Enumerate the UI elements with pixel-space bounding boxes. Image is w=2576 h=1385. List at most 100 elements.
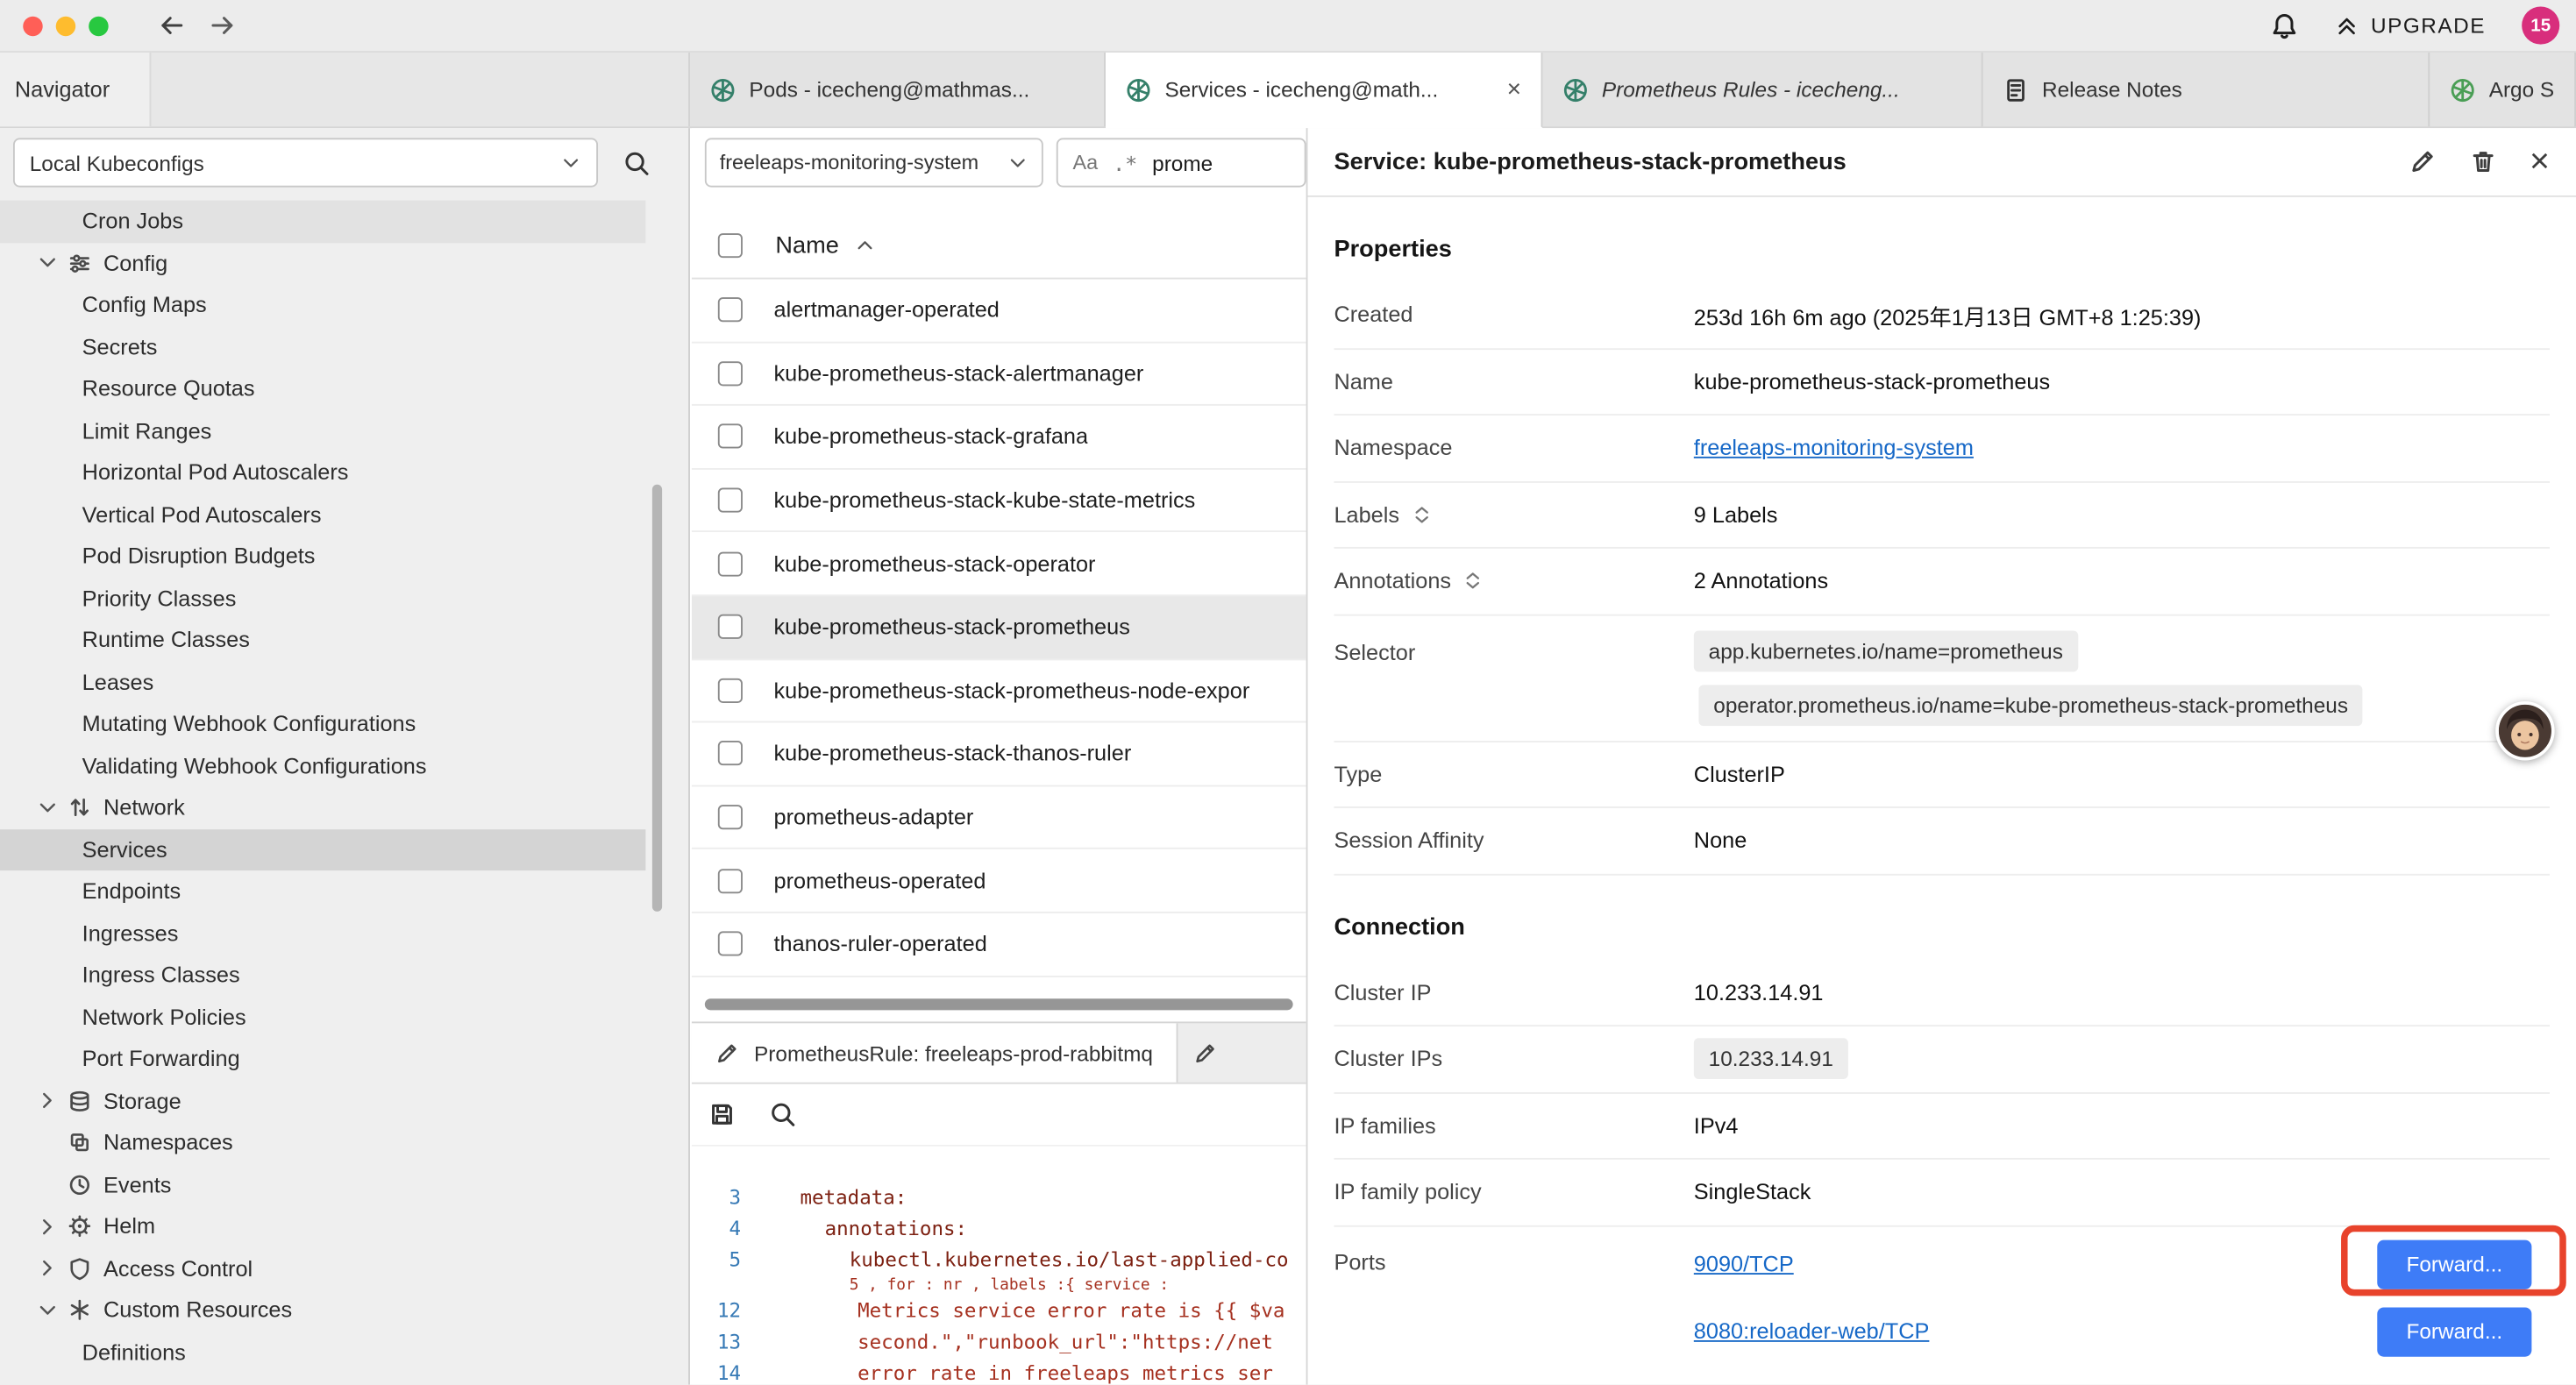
chevron-down-icon[interactable] — [36, 796, 59, 819]
table-row[interactable]: kube-prometheus-stack-alertmanager — [692, 343, 1306, 406]
sidebar-item-ingress-classes[interactable]: Ingress Classes — [0, 955, 645, 997]
tab-prometheus-rules[interactable]: Prometheus Rules - icecheng... — [1542, 53, 1982, 126]
namespace-dropdown[interactable]: freeleaps-monitoring-system — [705, 138, 1043, 187]
sidebar-item-custom-resources[interactable]: Custom Resources — [0, 1289, 645, 1332]
table-row[interactable]: prometheus-operated — [692, 849, 1306, 913]
table-row[interactable]: kube-prometheus-stack-kube-state-metrics — [692, 469, 1306, 532]
upgrade-button[interactable]: UPGRADE — [2335, 13, 2486, 38]
horizontal-scrollbar[interactable] — [705, 998, 1293, 1010]
row-checkbox[interactable] — [718, 298, 743, 323]
row-checkbox[interactable] — [718, 424, 743, 449]
close-tab-icon[interactable]: × — [1494, 75, 1521, 103]
close-panel-icon[interactable]: × — [2530, 145, 2550, 179]
forward-button[interactable] — [209, 11, 237, 39]
table-row[interactable]: kube-prometheus-stack-operator — [692, 533, 1306, 596]
edit-icon[interactable] — [2408, 148, 2436, 176]
row-checkbox[interactable] — [718, 614, 743, 639]
sidebar-item-helm[interactable]: Helm — [0, 1205, 645, 1247]
sidebar-item-priority-classes[interactable]: Priority Classes — [0, 578, 645, 620]
row-checkbox[interactable] — [718, 869, 743, 893]
tab-pods[interactable]: Pods - icecheng@mathmas... — [690, 53, 1106, 126]
zoom-window-button[interactable] — [89, 16, 108, 35]
tab-argo[interactable]: Argo S... — [2430, 53, 2576, 126]
expand-toggle-icon[interactable] — [1411, 504, 1432, 525]
port-link[interactable]: 9090/TCP — [1694, 1252, 1794, 1276]
sidebar-item-services[interactable]: Services — [0, 828, 645, 870]
sidebar-item-network-policies[interactable]: Network Policies — [0, 996, 645, 1038]
chevron-down-icon[interactable] — [36, 252, 59, 274]
sidebar-item-resource-quotas[interactable]: Resource Quotas — [0, 368, 645, 410]
table-row[interactable]: kube-prometheus-stack-thanos-ruler — [692, 723, 1306, 786]
sidebar-scrollbar[interactable] — [652, 485, 662, 912]
back-button[interactable] — [158, 11, 186, 39]
kubeconfig-dropdown[interactable]: Local Kubeconfigs — [13, 138, 598, 187]
tab-release-notes[interactable]: Release Notes — [1983, 53, 2430, 126]
row-checkbox[interactable] — [718, 805, 743, 829]
sidebar-item-network[interactable]: Network — [0, 787, 645, 829]
yaml-editor[interactable]: 3metadata:4annotations:5kubectl.kubernet… — [692, 1147, 1306, 1385]
sidebar-item-leases[interactable]: Leases — [0, 661, 645, 703]
table-row[interactable]: prometheus-adapter — [692, 786, 1306, 849]
notifications-bell-icon[interactable] — [2271, 11, 2299, 39]
notification-count-badge[interactable]: 15 — [2522, 6, 2559, 44]
sidebar-item-endpoints[interactable]: Endpoints — [0, 870, 645, 913]
chevron-right-icon[interactable] — [36, 1090, 59, 1112]
table-row[interactable]: kube-prometheus-stack-prometheus — [692, 596, 1306, 659]
chevron-down-icon[interactable] — [36, 1299, 59, 1322]
row-checkbox[interactable] — [718, 488, 743, 513]
select-all-checkbox[interactable] — [718, 233, 743, 258]
sidebar-item-ingresses[interactable]: Ingresses — [0, 913, 645, 955]
table-row[interactable]: alertmanager-operated — [692, 280, 1306, 343]
forward-button[interactable]: Forward... — [2377, 1307, 2531, 1356]
forward-button[interactable]: Forward... — [2377, 1239, 2531, 1289]
document-icon — [2003, 76, 2029, 103]
sidebar-item-storage[interactable]: Storage — [0, 1080, 645, 1122]
sidebar-item-pod-disruption-budgets[interactable]: Pod Disruption Budgets — [0, 536, 645, 578]
sidebar-item-validating-webhook-configurations[interactable]: Validating Webhook Configurations — [0, 745, 645, 787]
sidebar-item-namespaces[interactable]: Namespaces — [0, 1122, 645, 1164]
chevron-right-icon[interactable] — [36, 1257, 59, 1280]
editor-tab-prometheusrule[interactable]: PrometheusRule: freeleaps-prod-rabbitmq — [692, 1023, 1178, 1082]
sidebar-item-definitions[interactable]: Definitions — [0, 1332, 645, 1374]
sidebar-item-config[interactable]: Config — [0, 242, 645, 284]
editor-search-icon[interactable] — [769, 1100, 797, 1128]
row-checkbox[interactable] — [718, 551, 743, 576]
regex-toggle[interactable]: .* — [1113, 150, 1137, 174]
row-checkbox[interactable] — [718, 932, 743, 956]
table-row[interactable]: kube-prometheus-stack-prometheus-node-ex… — [692, 659, 1306, 722]
sidebar-item-port-forwarding[interactable]: Port Forwarding — [0, 1038, 645, 1080]
row-checkbox[interactable] — [718, 678, 743, 703]
sidebar-item-config-maps[interactable]: Config Maps — [0, 284, 645, 326]
row-checkbox[interactable] — [718, 361, 743, 386]
sidebar-item-cron-jobs[interactable]: Cron Jobs — [0, 201, 645, 243]
close-window-button[interactable] — [23, 16, 42, 35]
sidebar-item-limit-ranges[interactable]: Limit Ranges — [0, 409, 645, 451]
port-link[interactable]: 8080:reloader-web/TCP — [1694, 1319, 1930, 1344]
chevron-right-icon[interactable] — [36, 1215, 59, 1238]
property-value: 10.233.14.91 — [1694, 980, 1824, 1005]
sidebar-item-secrets[interactable]: Secrets — [0, 326, 645, 368]
expand-toggle-icon[interactable] — [1462, 571, 1484, 592]
name-column-header[interactable]: Name — [775, 232, 838, 259]
table-row[interactable]: kube-prometheus-stack-grafana — [692, 406, 1306, 469]
delete-icon[interactable] — [2469, 148, 2497, 176]
editor-tab-partial[interactable] — [1178, 1023, 1306, 1082]
list-search-input[interactable]: Aa .* prome — [1057, 138, 1306, 187]
sidebar-item-runtime-classes[interactable]: Runtime Classes — [0, 619, 645, 661]
save-icon[interactable] — [708, 1100, 737, 1128]
match-case-toggle[interactable]: Aa — [1073, 151, 1099, 174]
assistant-avatar[interactable] — [2495, 701, 2554, 760]
tab-services[interactable]: Services - icecheng@math... × — [1106, 53, 1542, 128]
sidebar-item-mutating-webhook-configurations[interactable]: Mutating Webhook Configurations — [0, 703, 645, 745]
sidebar-item-vertical-pod-autoscalers[interactable]: Vertical Pod Autoscalers — [0, 494, 645, 536]
sidebar-item-access-control[interactable]: Access Control — [0, 1247, 645, 1289]
sidebar-item-events[interactable]: Events — [0, 1164, 645, 1206]
sort-ascending-icon[interactable] — [854, 235, 875, 256]
namespace-link[interactable]: freeleaps-monitoring-system — [1694, 436, 1974, 460]
sidebar-search-icon[interactable] — [623, 150, 651, 178]
row-checkbox[interactable] — [718, 742, 743, 766]
minimize-window-button[interactable] — [56, 16, 75, 35]
labels-label-text: Labels — [1334, 502, 1399, 527]
sidebar-item-horizontal-pod-autoscalers[interactable]: Horizontal Pod Autoscalers — [0, 451, 645, 494]
table-row[interactable]: thanos-ruler-operated — [692, 913, 1306, 977]
